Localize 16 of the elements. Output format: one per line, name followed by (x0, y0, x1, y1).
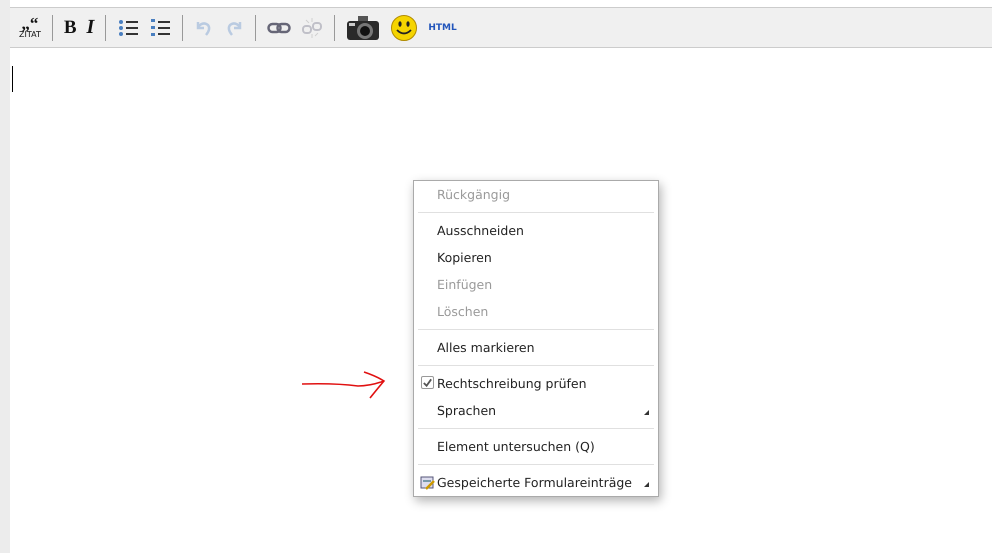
text-cursor (12, 66, 13, 92)
menu-item[interactable]: Ausschneiden (414, 217, 658, 244)
menu-item[interactable]: Sprachen (414, 397, 658, 424)
menu-item[interactable]: Rechtschreibung prüfen (414, 370, 658, 397)
menu-item[interactable]: Gespeicherte Formulareinträge (414, 469, 658, 496)
html-button[interactable]: HTML (425, 22, 460, 32)
italic-button[interactable]: I (84, 16, 98, 39)
form-edit-icon (420, 475, 435, 490)
menu-item[interactable]: Kopieren (414, 244, 658, 271)
bold-button[interactable]: B (60, 16, 80, 38)
quote-button[interactable]: „“ ZITAT (16, 16, 44, 38)
menu-item[interactable]: Alles markieren (414, 334, 658, 361)
checkbox[interactable] (421, 376, 434, 389)
submenu-arrow-icon (644, 482, 649, 487)
submenu-arrow-icon (644, 410, 649, 415)
menu-item[interactable]: Element untersuchen (Q) (414, 433, 658, 460)
